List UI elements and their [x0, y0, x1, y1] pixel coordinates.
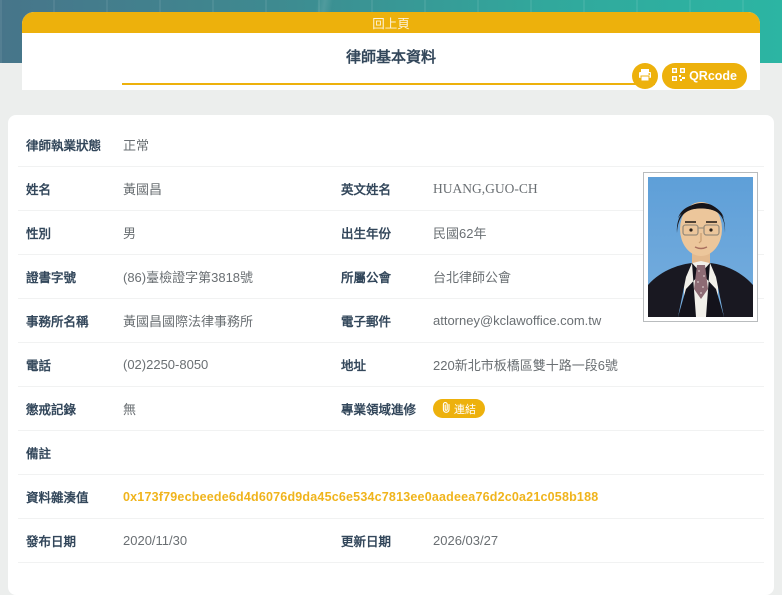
print-button[interactable]	[632, 63, 658, 89]
field-label: 電話	[26, 355, 123, 374]
field-value: 無	[123, 399, 136, 418]
back-button[interactable]: 回上頁	[22, 12, 760, 33]
field-value: 2026/03/27	[433, 533, 498, 548]
field-label: 更新日期	[341, 531, 433, 550]
field-label: 所屬公會	[341, 267, 433, 286]
qrcode-button-label: QRcode	[689, 69, 737, 83]
field-value: 民國62年	[433, 223, 486, 242]
field-label: 英文姓名	[341, 179, 433, 198]
field-label: 備註	[26, 443, 123, 462]
title-underline	[122, 83, 655, 85]
field-value: 黃國昌國際法律事務所	[123, 311, 253, 330]
qrcode-button[interactable]: QRcode	[662, 63, 747, 89]
field-value: 男	[123, 223, 136, 242]
back-button-label: 回上頁	[372, 13, 410, 32]
field-value: 黃國昌	[123, 179, 162, 198]
training-link-label: 連結	[454, 401, 476, 417]
field-value: 正常	[123, 135, 149, 154]
row-discipline-training: 懲戒記錄 無 專業領域進修 連結	[18, 387, 764, 431]
field-value: (02)2250-8050	[123, 357, 208, 372]
email-value: attorney@kclawoffice.com.tw	[433, 313, 601, 328]
lawyer-info-card: 律師執業狀態 正常 姓名 黃國昌 英文姓名 HUANG,GUO-CH 性別 男 …	[8, 115, 774, 595]
field-label: 姓名	[26, 179, 123, 198]
field-label: 律師執業狀態	[26, 135, 123, 154]
field-label: 出生年份	[341, 223, 433, 242]
training-link-button[interactable]: 連結	[433, 399, 485, 418]
paperclip-icon	[442, 402, 451, 416]
field-label: 地址	[341, 355, 433, 374]
row-dates: 發布日期 2020/11/30 更新日期 2026/03/27	[18, 519, 764, 563]
field-label: 資料雜湊值	[26, 487, 123, 506]
field-label: 事務所名稱	[26, 311, 123, 330]
lawyer-photo	[643, 172, 758, 322]
field-value: HUANG,GUO-CH	[433, 181, 538, 197]
row-practice-status: 律師執業狀態 正常	[18, 123, 764, 167]
field-value: 2020/11/30	[123, 533, 187, 548]
header-card: 回上頁 律師基本資料 QRcode	[22, 12, 760, 90]
qrcode-icon	[672, 68, 685, 84]
row-data-hash: 資料雜湊值 0x173f79ecbeede6d4d6076d9da45c6e53…	[18, 475, 764, 519]
field-label: 證書字號	[26, 267, 123, 286]
field-label: 電子郵件	[341, 311, 433, 330]
field-label: 性別	[26, 223, 123, 242]
field-label: 懲戒記錄	[26, 399, 123, 418]
field-value: (86)臺檢證字第3818號	[123, 267, 253, 286]
field-label: 專業領域進修	[341, 399, 433, 418]
row-phone-address: 電話 (02)2250-8050 地址 220新北市板橋區雙十路一段6號	[18, 343, 764, 387]
field-label: 發布日期	[26, 531, 123, 550]
field-value: 220新北市板橋區雙十路一段6號	[433, 355, 618, 374]
data-hash-value: 0x173f79ecbeede6d4d6076d9da45c6e534c7813…	[123, 490, 598, 504]
header-buttons: QRcode	[632, 63, 747, 89]
field-value: 台北律師公會	[433, 267, 511, 286]
row-remarks: 備註	[18, 431, 764, 475]
printer-icon	[638, 68, 652, 85]
